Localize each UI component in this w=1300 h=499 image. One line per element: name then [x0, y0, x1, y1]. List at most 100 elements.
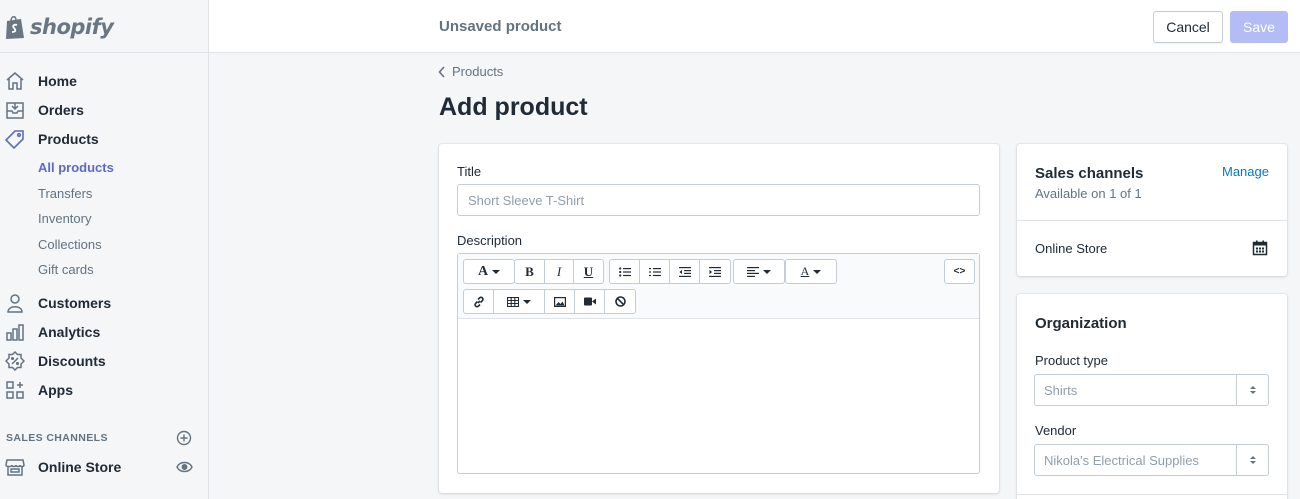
numbered-list-button[interactable] — [640, 260, 670, 283]
orders-icon — [5, 100, 25, 120]
font-style-icon: A — [477, 263, 489, 279]
insert-table-button[interactable] — [494, 290, 545, 313]
chevron-down-icon — [523, 299, 531, 304]
font-style-button[interactable]: A — [464, 260, 514, 283]
eye-icon[interactable] — [176, 460, 193, 474]
product-details-card: Title Description A B I U — [439, 144, 999, 493]
discount-icon — [5, 351, 25, 371]
apps-icon — [5, 380, 25, 400]
product-type-value: Shirts — [1044, 382, 1078, 398]
organization-title: Organization — [1035, 315, 1127, 332]
color-group: A — [785, 259, 837, 284]
online-store-channel: Online Store — [1035, 241, 1108, 256]
calendar-icon[interactable] — [1252, 240, 1268, 256]
add-circle-icon[interactable] — [176, 430, 192, 446]
shopify-bag-icon — [6, 15, 24, 39]
top-bar: Unsaved product Cancel Save — [209, 0, 1300, 53]
outdent-icon — [678, 266, 691, 277]
video-icon — [583, 297, 596, 306]
show-html-button[interactable]: <> — [945, 260, 974, 283]
product-type-select[interactable]: Shirts — [1034, 374, 1269, 406]
bold-icon: B — [525, 263, 534, 279]
sidebar-item-products[interactable]: Products — [0, 126, 208, 152]
sidebar-item-label: Discounts — [38, 353, 106, 369]
sidebar-item-apps[interactable]: Apps — [0, 377, 208, 403]
manage-link[interactable]: Manage — [1222, 164, 1269, 179]
breadcrumb-label: Products — [452, 64, 504, 79]
block-icon — [614, 296, 626, 307]
sidebar-item-home[interactable]: Home — [0, 68, 208, 94]
sidebar-item-discounts[interactable]: Discounts — [0, 348, 208, 374]
indent-icon — [709, 266, 721, 277]
align-left-icon — [747, 266, 759, 277]
card-divider — [1017, 220, 1287, 221]
product-type-label: Product type — [1035, 353, 1108, 368]
sidebar-sub-all-products[interactable]: All products — [38, 160, 114, 175]
italic-button[interactable]: I — [545, 260, 574, 283]
html-group: <> — [944, 259, 975, 284]
store-icon — [5, 457, 25, 477]
code-icon: <> — [953, 266, 966, 277]
sidebar-sub-gift-cards[interactable]: Gift cards — [38, 262, 94, 277]
bullet-list-button[interactable] — [610, 260, 640, 283]
clear-formatting-button[interactable] — [605, 290, 635, 313]
italic-icon: I — [556, 263, 562, 279]
indent-button[interactable] — [700, 260, 730, 283]
format-group: B I U — [514, 259, 604, 284]
vendor-select[interactable]: Nikola's Electrical Supplies — [1034, 444, 1269, 476]
top-bar-title: Unsaved product — [439, 18, 562, 35]
person-icon — [5, 293, 25, 313]
sales-channels-card: Sales channels Available on 1 of 1 Manag… — [1017, 144, 1287, 276]
sales-channels-heading: SALES CHANNELS — [6, 432, 108, 444]
image-icon — [553, 296, 566, 307]
description-label: Description — [457, 233, 523, 248]
sidebar: shopify Home Orders Products All product… — [0, 0, 209, 499]
bullet-list-icon — [618, 266, 631, 277]
save-button[interactable]: Save — [1230, 11, 1288, 43]
brand-name: shopify — [30, 15, 114, 39]
text-color-button[interactable]: A — [786, 260, 836, 283]
sidebar-item-customers[interactable]: Customers — [0, 290, 208, 316]
sidebar-item-label: Products — [38, 131, 99, 147]
chevron-left-icon — [438, 65, 445, 78]
align-group — [733, 259, 785, 284]
cancel-button[interactable]: Cancel — [1153, 11, 1223, 43]
sidebar-item-orders[interactable]: Orders — [0, 97, 208, 123]
sales-channels-title: Sales channels — [1035, 165, 1144, 182]
shopify-logo[interactable]: shopify — [4, 12, 114, 42]
numbered-list-icon — [648, 267, 661, 276]
font-group: A — [463, 259, 515, 284]
organization-card: Organization Product type Shirts Vendor … — [1017, 294, 1287, 499]
home-icon — [5, 71, 25, 91]
insert-link-button[interactable] — [464, 290, 494, 313]
title-input[interactable] — [457, 184, 980, 216]
select-arrows-icon — [1236, 375, 1268, 405]
sidebar-sub-inventory[interactable]: Inventory — [38, 211, 91, 226]
chevron-down-icon — [763, 269, 771, 274]
insert-image-button[interactable] — [545, 290, 575, 313]
table-icon — [507, 296, 519, 307]
sidebar-item-label: Home — [38, 73, 77, 89]
underline-icon: U — [583, 263, 594, 279]
insert-video-button[interactable] — [575, 290, 605, 313]
sidebar-sub-collections[interactable]: Collections — [38, 237, 102, 252]
sales-channels-subtitle: Available on 1 of 1 — [1035, 186, 1142, 201]
chevron-down-icon — [813, 269, 822, 274]
description-editor[interactable] — [458, 320, 979, 473]
insert-group — [463, 289, 636, 314]
bold-button[interactable]: B — [515, 260, 545, 283]
sidebar-sub-transfers[interactable]: Transfers — [38, 186, 92, 201]
sidebar-item-label: Orders — [38, 102, 84, 118]
align-button[interactable] — [734, 260, 784, 283]
link-icon — [473, 296, 484, 307]
sidebar-item-label: Customers — [38, 295, 112, 311]
card-divider — [1017, 494, 1287, 495]
breadcrumb[interactable]: Products — [438, 64, 503, 79]
vendor-label: Vendor — [1035, 423, 1077, 438]
bar-chart-icon — [5, 322, 25, 342]
sidebar-item-label: Online Store — [38, 459, 122, 475]
outdent-button[interactable] — [670, 260, 700, 283]
sidebar-item-analytics[interactable]: Analytics — [0, 319, 208, 345]
rich-text-editor: A B I U A <> — [457, 253, 980, 474]
underline-button[interactable]: U — [574, 260, 603, 283]
